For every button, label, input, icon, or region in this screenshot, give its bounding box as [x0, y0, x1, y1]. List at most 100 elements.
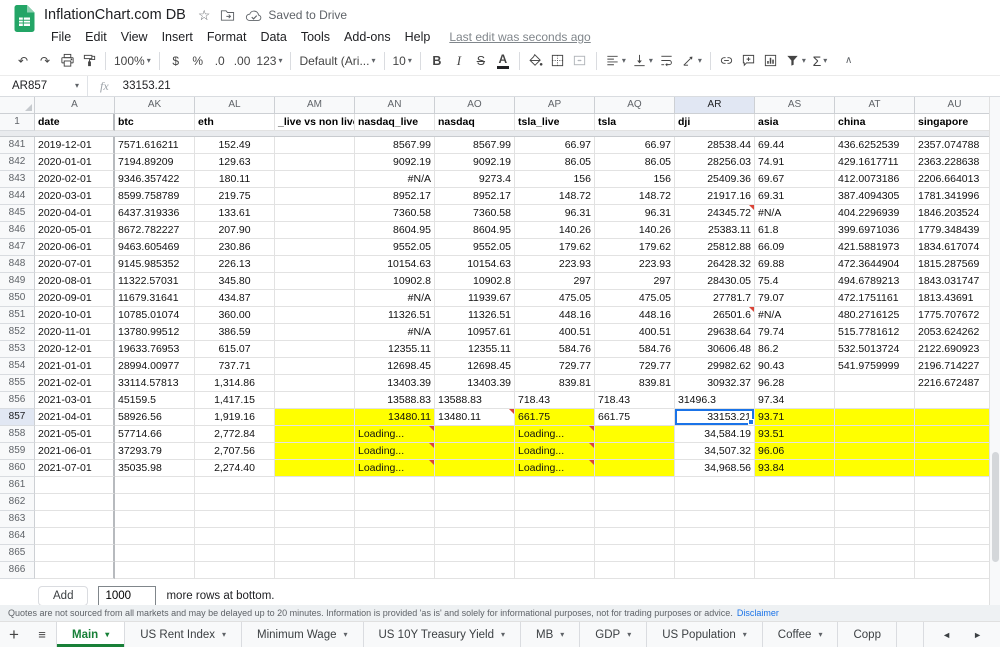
cell-AM858[interactable]	[275, 426, 355, 443]
text-color-button[interactable]: A	[492, 49, 514, 73]
cell-AU846[interactable]: 1779.348439	[915, 222, 995, 239]
cell-AQ855[interactable]: 839.81	[595, 375, 675, 392]
cell-A841[interactable]: 2019-12-01	[35, 137, 115, 154]
all-sheets-button[interactable]: ≡	[28, 622, 56, 647]
cell-A856[interactable]: 2021-03-01	[35, 392, 115, 409]
row-header-866[interactable]: 866	[0, 562, 35, 579]
cell-AO849[interactable]: 10902.8	[435, 273, 515, 290]
cell-AL860[interactable]: 2,274.40	[195, 460, 275, 477]
row-header-857[interactable]: 857	[0, 409, 35, 426]
cell-AN865[interactable]	[355, 545, 435, 562]
row-header-862[interactable]: 862	[0, 494, 35, 511]
cell-AM865[interactable]	[275, 545, 355, 562]
cell-AK846[interactable]: 8672.782227	[115, 222, 195, 239]
menu-data[interactable]: Data	[253, 30, 293, 44]
cell-AQ864[interactable]	[595, 528, 675, 545]
saved-status[interactable]: Saved to Drive	[245, 8, 347, 22]
field-tsla_live[interactable]: tsla_live	[515, 114, 595, 131]
cell-A844[interactable]: 2020-03-01	[35, 188, 115, 205]
cell-AT861[interactable]	[835, 477, 915, 494]
sheet-tab-minimum-wage[interactable]: Minimum Wage ▾	[242, 622, 364, 647]
cell-AT859[interactable]	[835, 443, 915, 460]
cell-AU865[interactable]	[915, 545, 995, 562]
cell-AM848[interactable]	[275, 256, 355, 273]
cell-AQ850[interactable]: 475.05	[595, 290, 675, 307]
cell-AK844[interactable]: 8599.758789	[115, 188, 195, 205]
cell-AP862[interactable]	[515, 494, 595, 511]
cell-AS855[interactable]: 96.28	[755, 375, 835, 392]
cell-AL848[interactable]: 226.13	[195, 256, 275, 273]
cell-AU866[interactable]	[915, 562, 995, 579]
cell-AN843[interactable]: #N/A	[355, 171, 435, 188]
cell-AO856[interactable]: 13588.83	[435, 392, 515, 409]
format-currency-button[interactable]: $	[165, 49, 187, 73]
cell-AN860[interactable]: Loading...	[355, 460, 435, 477]
cell-AM856[interactable]	[275, 392, 355, 409]
cell-AK843[interactable]: 9346.357422	[115, 171, 195, 188]
cell-AQ858[interactable]	[595, 426, 675, 443]
cell-AP866[interactable]	[515, 562, 595, 579]
cell-AS846[interactable]: 61.8	[755, 222, 835, 239]
insert-comment-button[interactable]	[738, 49, 760, 73]
cell-AN859[interactable]: Loading...	[355, 443, 435, 460]
cell-AK849[interactable]: 11322.57031	[115, 273, 195, 290]
cell-AO859[interactable]	[435, 443, 515, 460]
cell-AK856[interactable]: 45159.5	[115, 392, 195, 409]
cell-AS852[interactable]: 79.74	[755, 324, 835, 341]
cell-AM841[interactable]	[275, 137, 355, 154]
cell-A860[interactable]: 2021-07-01	[35, 460, 115, 477]
row-header-860[interactable]: 860	[0, 460, 35, 477]
cell-AR851[interactable]: 26501.6	[675, 307, 755, 324]
cell-AO861[interactable]	[435, 477, 515, 494]
cell-AR864[interactable]	[675, 528, 755, 545]
cell-AU848[interactable]: 1815.287569	[915, 256, 995, 273]
decrease-decimals-button[interactable]: .0	[209, 49, 231, 73]
column-header-AU[interactable]: AU	[915, 97, 995, 114]
tabs-scroll-left-icon[interactable]: ◄	[942, 630, 951, 640]
print-button[interactable]	[56, 49, 78, 73]
cell-AT862[interactable]	[835, 494, 915, 511]
undo-button[interactable]: ↶	[12, 49, 34, 73]
cell-AR849[interactable]: 28430.05	[675, 273, 755, 290]
cell-AS844[interactable]: 69.31	[755, 188, 835, 205]
cell-AK859[interactable]: 37293.79	[115, 443, 195, 460]
row-count-input[interactable]	[98, 586, 157, 606]
cell-AL847[interactable]: 230.86	[195, 239, 275, 256]
create-filter-button[interactable]: ▾	[782, 49, 809, 73]
insert-chart-button[interactable]	[760, 49, 782, 73]
row-header-864[interactable]: 864	[0, 528, 35, 545]
cell-AN864[interactable]	[355, 528, 435, 545]
sheet-tab-copp[interactable]: Copp	[838, 622, 897, 647]
cell-A852[interactable]: 2020-11-01	[35, 324, 115, 341]
cell-AQ847[interactable]: 179.62	[595, 239, 675, 256]
cell-AQ852[interactable]: 400.51	[595, 324, 675, 341]
cell-AO866[interactable]	[435, 562, 515, 579]
cell-AN851[interactable]: 11326.51	[355, 307, 435, 324]
cell-A849[interactable]: 2020-08-01	[35, 273, 115, 290]
cell-AU854[interactable]: 2196.714227	[915, 358, 995, 375]
row-header-841[interactable]: 841	[0, 137, 35, 154]
cell-AT848[interactable]: 472.3644904	[835, 256, 915, 273]
cell-AM857[interactable]	[275, 409, 355, 426]
cell-A866[interactable]	[35, 562, 115, 579]
cell-AU842[interactable]: 2363.228638	[915, 154, 995, 171]
cell-AP854[interactable]: 729.77	[515, 358, 595, 375]
cell-AT855[interactable]	[835, 375, 915, 392]
cell-AU844[interactable]: 1781.341996	[915, 188, 995, 205]
cell-AQ866[interactable]	[595, 562, 675, 579]
text-wrap-button[interactable]	[656, 49, 678, 73]
cell-AQ851[interactable]: 448.16	[595, 307, 675, 324]
cell-AS853[interactable]: 86.2	[755, 341, 835, 358]
cell-AS841[interactable]: 69.44	[755, 137, 835, 154]
cell-AR841[interactable]: 28538.44	[675, 137, 755, 154]
cell-AL858[interactable]: 2,772.84	[195, 426, 275, 443]
cell-AS858[interactable]: 93.51	[755, 426, 835, 443]
cell-AK841[interactable]: 7571.616211	[115, 137, 195, 154]
cell-AP853[interactable]: 584.76	[515, 341, 595, 358]
cell-AQ854[interactable]: 729.77	[595, 358, 675, 375]
sheet-tab-us-10y-treasury-yield[interactable]: US 10Y Treasury Yield ▾	[364, 622, 522, 647]
cell-AP850[interactable]: 475.05	[515, 290, 595, 307]
cell-AR846[interactable]: 25383.11	[675, 222, 755, 239]
row-header-847[interactable]: 847	[0, 239, 35, 256]
cell-AP843[interactable]: 156	[515, 171, 595, 188]
